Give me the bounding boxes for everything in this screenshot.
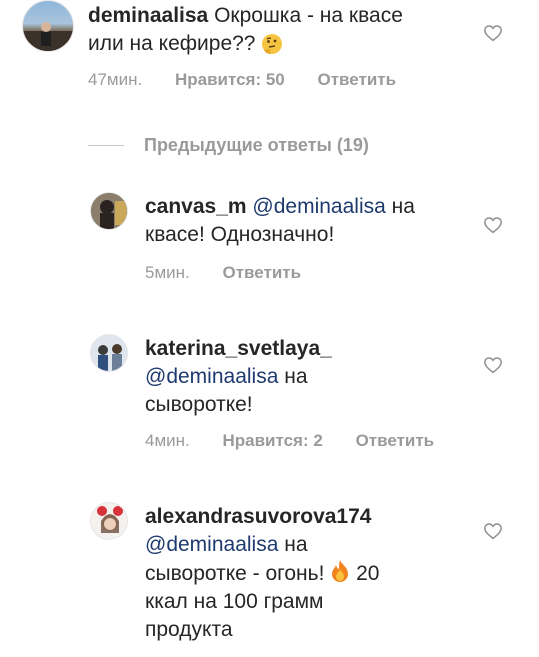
reply-button[interactable]: Ответить bbox=[222, 263, 301, 282]
comment-time: 47мин. bbox=[88, 70, 143, 89]
mention-link[interactable]: @deminaalisa bbox=[145, 533, 278, 556]
reply-username[interactable]: katerina_svetlaya_ bbox=[145, 337, 332, 360]
reply-body: 20 bbox=[356, 562, 380, 585]
reply-body: на bbox=[284, 365, 308, 388]
reply-time: 5мин. bbox=[145, 263, 190, 282]
thinking-face-emoji bbox=[262, 34, 283, 54]
like-heart-icon[interactable] bbox=[483, 24, 503, 42]
reply-button[interactable]: Ответить bbox=[356, 431, 435, 450]
avatar-image bbox=[91, 335, 127, 371]
reply-body: сыворотке - огонь! bbox=[145, 562, 325, 585]
reply-username[interactable]: canvas_m bbox=[145, 195, 247, 218]
like-heart-icon[interactable] bbox=[483, 356, 503, 374]
reply-likes[interactable]: Нравится: 2 bbox=[222, 431, 322, 450]
comment-text: deminaalisa Окрошка - на квасе или на ке… bbox=[88, 2, 408, 58]
reply-body: квасе! Однозначно! bbox=[145, 223, 335, 246]
reply-meta: 4мин. Нравится: 2 Ответить bbox=[145, 431, 462, 451]
reply-3: alexandrasuvorova174 @deminaalisa на сыв… bbox=[0, 498, 539, 657]
reply-body: на bbox=[391, 195, 415, 218]
avatar-image bbox=[91, 503, 127, 539]
reply-time: 4мин. bbox=[145, 431, 190, 450]
reply-meta: 5мин. Ответить bbox=[145, 263, 329, 283]
fire-emoji bbox=[332, 560, 349, 582]
reply-body: ккал на 100 грамм bbox=[145, 590, 324, 613]
reply-2: katerina_svetlaya_ @deminaalisa на сывор… bbox=[0, 330, 539, 460]
reply-body: сыворотке! bbox=[145, 393, 253, 416]
view-previous-replies[interactable]: Предыдущие ответы (19) bbox=[88, 132, 369, 158]
reply-text: alexandrasuvorova174 @deminaalisa на сыв… bbox=[145, 503, 465, 644]
view-previous-replies-label[interactable]: Предыдущие ответы (19) bbox=[144, 135, 369, 156]
comment-username[interactable]: deminaalisa bbox=[88, 4, 208, 27]
avatar[interactable] bbox=[90, 192, 128, 230]
like-heart-icon[interactable] bbox=[483, 216, 503, 234]
comment-main: deminaalisa Окрошка - на квасе или на ке… bbox=[0, 0, 539, 100]
avatar-image bbox=[91, 193, 127, 229]
like-heart-icon[interactable] bbox=[483, 522, 503, 540]
divider bbox=[88, 144, 124, 146]
reply-button[interactable]: Ответить bbox=[317, 70, 396, 89]
reply-text: canvas_m @deminaalisa на квасе! Однознач… bbox=[145, 193, 465, 249]
reply-username[interactable]: alexandrasuvorova174 bbox=[145, 505, 371, 528]
avatar[interactable] bbox=[90, 502, 128, 540]
reply-text: katerina_svetlaya_ @deminaalisa на сывор… bbox=[145, 335, 465, 419]
reply-body: продукта bbox=[145, 618, 233, 641]
mention-link[interactable]: @deminaalisa bbox=[252, 195, 385, 218]
avatar-image bbox=[23, 22, 73, 51]
comment-likes[interactable]: Нравится: 50 bbox=[175, 70, 285, 89]
comment-meta: 47мин. Нравится: 50 Ответить bbox=[88, 70, 424, 90]
mention-link[interactable]: @deminaalisa bbox=[145, 365, 278, 388]
avatar[interactable] bbox=[22, 0, 74, 52]
reply-body: на bbox=[284, 533, 308, 556]
avatar[interactable] bbox=[90, 334, 128, 372]
reply-1: canvas_m @deminaalisa на квасе! Однознач… bbox=[0, 188, 539, 298]
